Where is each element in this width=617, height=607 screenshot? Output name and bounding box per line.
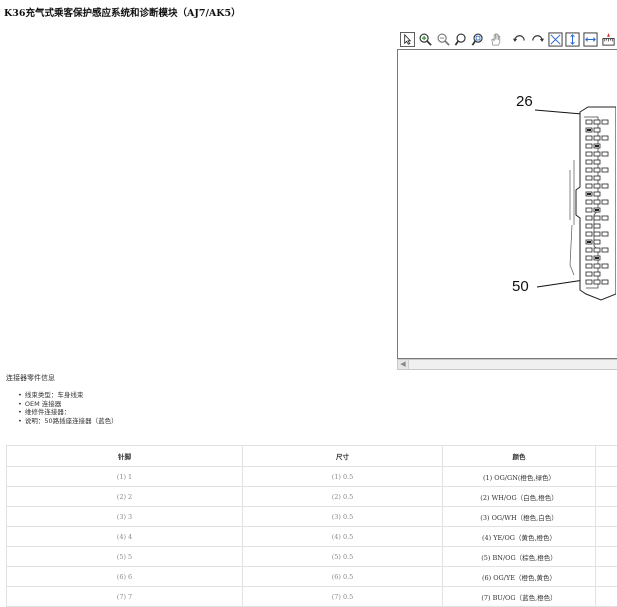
- pin-cell: (3) 3: [7, 507, 243, 527]
- connector-diagram: [398, 50, 616, 358]
- rotate-right-icon[interactable]: [529, 31, 546, 48]
- column-header-color: 颜色: [443, 446, 596, 467]
- connector-info-heading: 连接器零件信息: [6, 373, 55, 383]
- fit-window-icon[interactable]: [547, 31, 564, 48]
- color-cell: (3) OG/WH（橙色,白色）: [443, 507, 596, 527]
- select-arrow-icon[interactable]: [399, 31, 416, 48]
- color-cell: (6) OG/YE（橙色,黄色）: [443, 567, 596, 587]
- zoom-in-icon[interactable]: [417, 31, 434, 48]
- extra-cell: [596, 527, 617, 547]
- pin-label-top: 26: [516, 93, 533, 110]
- list-item: 说明：50路插座连接器（蓝色）: [18, 417, 118, 426]
- list-item: 维修件连接器：: [18, 408, 118, 417]
- rotate-left-icon[interactable]: [511, 31, 528, 48]
- column-header-pin: 针脚: [7, 446, 243, 467]
- color-cell: (5) BN/OG（棕色,橙色）: [443, 547, 596, 567]
- list-item: OEM 连接器: [18, 400, 118, 409]
- fit-height-icon[interactable]: [564, 31, 581, 48]
- measure-icon[interactable]: [600, 31, 617, 48]
- pin-cell: (7) 7: [7, 587, 243, 607]
- connector-diagram-canvas[interactable]: 26 50: [397, 49, 617, 359]
- color-cell: (1) OG/GN(橙色,绿色）: [443, 467, 596, 487]
- zoom-region-icon[interactable]: [470, 31, 487, 48]
- size-cell: (7) 0.5: [243, 587, 443, 607]
- scroll-left-icon[interactable]: ◀: [398, 360, 409, 369]
- page-title: K36充气式乘客保护感应系统和诊断模块（AJ7/AK5）: [4, 5, 241, 19]
- extra-cell: [596, 587, 617, 607]
- size-cell: (1) 0.5: [243, 467, 443, 487]
- table-row: (1) 1 (1) 0.5 (1) OG/GN(橙色,绿色）: [7, 467, 617, 487]
- pin-cell: (6) 6: [7, 567, 243, 587]
- pin-cell: (1) 1: [7, 467, 243, 487]
- zoom-out-icon[interactable]: [435, 31, 452, 48]
- connector-viewer: 26 50 ◀: [396, 28, 617, 370]
- list-item: 线束类型：车身线束: [18, 391, 118, 400]
- extra-cell: [596, 567, 617, 587]
- extra-cell: [596, 547, 617, 567]
- table-row: (4) 4 (4) 0.5 (4) YE/OG（黄色,橙色）: [7, 527, 617, 547]
- table-row: (3) 3 (3) 0.5 (3) OG/WH（橙色,白色）: [7, 507, 617, 527]
- size-cell: (5) 0.5: [243, 547, 443, 567]
- extra-cell: [596, 487, 617, 507]
- viewer-toolbar: [399, 30, 617, 48]
- size-cell: (2) 0.5: [243, 487, 443, 507]
- extra-cell: [596, 507, 617, 527]
- pin-cell: (2) 2: [7, 487, 243, 507]
- horizontal-scrollbar[interactable]: ◀: [397, 359, 617, 370]
- size-cell: (4) 0.5: [243, 527, 443, 547]
- zoom-window-icon[interactable]: [453, 31, 470, 48]
- size-cell: (3) 0.5: [243, 507, 443, 527]
- connector-info-list: 线束类型：车身线束 OEM 连接器 维修件连接器： 说明：50路插座连接器（蓝色…: [18, 391, 118, 425]
- column-header-extra: [596, 446, 617, 467]
- extra-cell: [596, 467, 617, 487]
- table-row: (6) 6 (6) 0.5 (6) OG/YE（橙色,黄色）: [7, 567, 617, 587]
- table-row: (5) 5 (5) 0.5 (5) BN/OG（棕色,橙色）: [7, 547, 617, 567]
- pin-label-bottom: 50: [512, 278, 529, 295]
- table-row: (7) 7 (7) 0.5 (7) BU/OG（蓝色,橙色）: [7, 587, 617, 607]
- pin-table: 针脚 尺寸 颜色 (1) 1 (1) 0.5 (1) OG/GN(橙色,绿色） …: [6, 445, 617, 607]
- color-cell: (7) BU/OG（蓝色,橙色）: [443, 587, 596, 607]
- pin-cell: (5) 5: [7, 547, 243, 567]
- color-cell: (4) YE/OG（黄色,橙色）: [443, 527, 596, 547]
- pan-hand-icon[interactable]: [488, 31, 505, 48]
- fit-width-icon[interactable]: [582, 31, 599, 48]
- table-header-row: 针脚 尺寸 颜色: [7, 446, 617, 467]
- size-cell: (6) 0.5: [243, 567, 443, 587]
- pin-cell: (4) 4: [7, 527, 243, 547]
- column-header-size: 尺寸: [243, 446, 443, 467]
- color-cell: (2) WH/OG（白色,橙色）: [443, 487, 596, 507]
- table-row: (2) 2 (2) 0.5 (2) WH/OG（白色,橙色）: [7, 487, 617, 507]
